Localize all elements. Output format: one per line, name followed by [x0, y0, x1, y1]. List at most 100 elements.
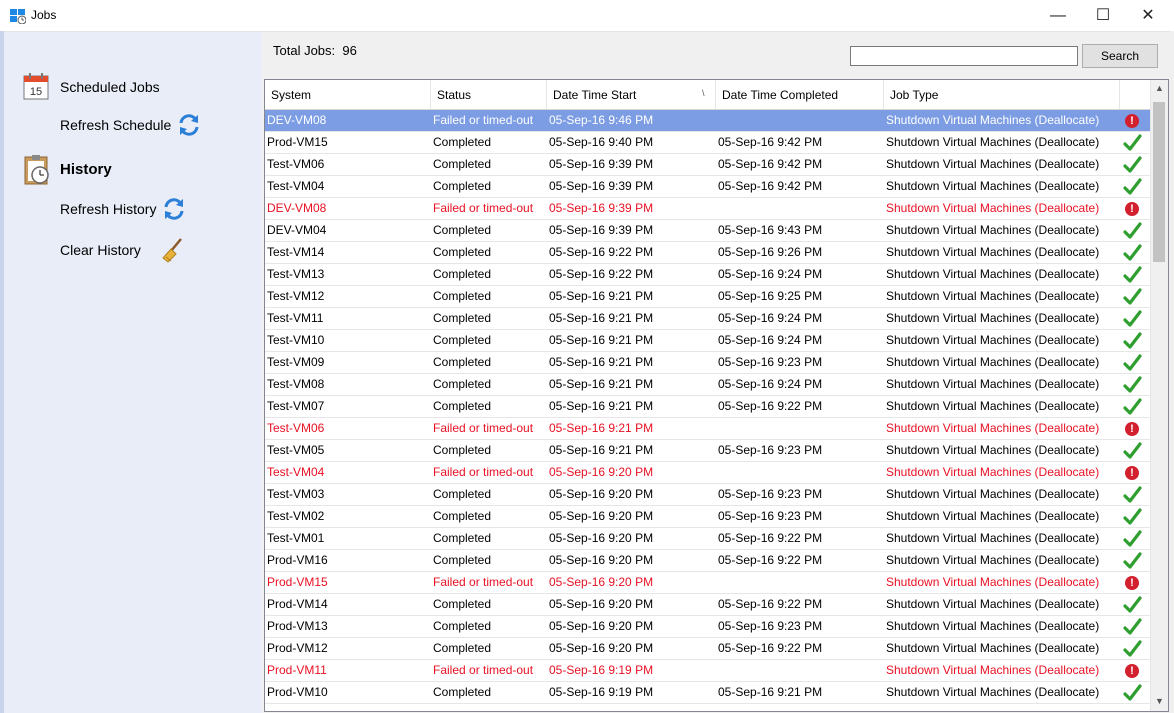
- table-row[interactable]: Prod-VM12 Completed 05-Sep-16 9:20 PM 05-Se…: [265, 638, 1150, 660]
- table-row[interactable]: Test-VM08 Completed 05-Sep-16 9:21 PM 05-Se…: [265, 374, 1150, 396]
- sidebar: 15 Scheduled Jobs Refresh Schedule Histo…: [4, 32, 262, 713]
- cell-date-start: 05-Sep-16 9:39 PM: [549, 157, 654, 171]
- check-icon: [1123, 156, 1142, 173]
- column-header-status[interactable]: Status: [431, 80, 547, 109]
- cell-job-type: Shutdown Virtual Machines (Deallocate): [886, 113, 1100, 127]
- cell-date-start: 05-Sep-16 9:20 PM: [549, 509, 654, 523]
- cell-date-start: 05-Sep-16 9:21 PM: [549, 443, 654, 457]
- table-row[interactable]: Test-VM02 Completed 05-Sep-16 9:20 PM 05-Se…: [265, 506, 1150, 528]
- cell-job-type: Shutdown Virtual Machines (Deallocate): [886, 135, 1100, 149]
- table-row[interactable]: DEV-VM04 Completed 05-Sep-16 9:39 PM 05-Sep…: [265, 220, 1150, 242]
- cell-result: [1122, 132, 1142, 153]
- refresh-history-button[interactable]: Refresh History: [60, 201, 156, 217]
- vertical-scrollbar[interactable]: ▲ ▼: [1150, 80, 1168, 711]
- search-input[interactable]: [850, 46, 1078, 66]
- table-row[interactable]: Test-VM04 Completed 05-Sep-16 9:39 PM 05-Se…: [265, 176, 1150, 198]
- cell-result: [1122, 220, 1142, 241]
- scroll-up-icon[interactable]: ▲: [1154, 83, 1165, 94]
- table-row[interactable]: Prod-VM11 Failed or timed-out 05-Sep-16 9:…: [265, 660, 1150, 682]
- table-row[interactable]: Prod-VM10 Completed 05-Sep-16 9:19 PM 05-Se…: [265, 682, 1150, 704]
- table-row[interactable]: Prod-VM14 Completed 05-Sep-16 9:20 PM 05-Se…: [265, 594, 1150, 616]
- cell-date-completed: 05-Sep-16 9:24 PM: [718, 377, 823, 391]
- sidebar-item-history[interactable]: History: [60, 161, 112, 178]
- error-icon: !: [1125, 422, 1139, 436]
- clear-history-button[interactable]: Clear History: [60, 242, 141, 258]
- scroll-down-icon[interactable]: ▼: [1154, 696, 1165, 707]
- error-icon: !: [1125, 202, 1139, 216]
- search-button[interactable]: Search: [1082, 44, 1158, 68]
- table-row[interactable]: Test-VM06 Failed or timed-out 05-Sep-16 9:…: [265, 418, 1150, 440]
- cell-date-completed: [718, 660, 883, 681]
- cell-status: Failed or timed-out: [433, 113, 534, 127]
- table-row[interactable]: Prod-VM16 Completed 05-Sep-16 9:20 PM 05-Se…: [265, 550, 1150, 572]
- table-row[interactable]: Test-VM01 Completed 05-Sep-16 9:20 PM 05-Se…: [265, 528, 1150, 550]
- table-row[interactable]: Test-VM09 Completed 05-Sep-16 9:21 PM 05-Se…: [265, 352, 1150, 374]
- cell-system: DEV-VM08: [267, 201, 327, 215]
- cell-status: Completed: [433, 641, 492, 655]
- sidebar-item-scheduled-jobs[interactable]: Scheduled Jobs: [60, 79, 160, 95]
- cell-system: Test-VM07: [267, 399, 325, 413]
- cell-system: Test-VM04: [267, 465, 325, 479]
- table-row[interactable]: Prod-VM13 Completed 05-Sep-16 9:20 PM 05-Se…: [265, 616, 1150, 638]
- table-row[interactable]: Test-VM11 Completed 05-Sep-16 9:21 PM 05-Se…: [265, 308, 1150, 330]
- close-button[interactable]: ✕: [1125, 0, 1171, 31]
- cell-result: [1122, 286, 1142, 307]
- cell-system: Test-VM06: [267, 157, 325, 171]
- error-icon: !: [1125, 466, 1139, 480]
- cell-date-start: 05-Sep-16 9:21 PM: [549, 377, 654, 391]
- cell-date-completed: 05-Sep-16 9:21 PM: [718, 685, 823, 699]
- table-row[interactable]: Test-VM04 Failed or timed-out 05-Sep-16 9:…: [265, 462, 1150, 484]
- cell-job-type: Shutdown Virtual Machines (Deallocate): [886, 289, 1100, 303]
- refresh-schedule-icon[interactable]: [176, 112, 202, 138]
- scrollbar-thumb[interactable]: [1153, 102, 1165, 262]
- cell-status: Completed: [433, 377, 492, 391]
- table-row[interactable]: DEV-VM08 Failed or timed-out 05-Sep-16 9:3…: [265, 198, 1150, 220]
- column-header-system[interactable]: System: [265, 80, 431, 109]
- table-row[interactable]: Test-VM10 Completed 05-Sep-16 9:21 PM 05-Se…: [265, 330, 1150, 352]
- broom-icon[interactable]: [159, 236, 185, 264]
- calendar-day: 15: [30, 86, 42, 98]
- table-row[interactable]: Test-VM07 Completed 05-Sep-16 9:21 PM 05-Se…: [265, 396, 1150, 418]
- table-row[interactable]: Test-VM14 Completed 05-Sep-16 9:22 PM 05-Se…: [265, 242, 1150, 264]
- cell-system: Prod-VM11: [267, 663, 327, 677]
- close-icon: ✕: [1141, 7, 1155, 24]
- cell-status: Completed: [433, 135, 492, 149]
- table-row[interactable]: Test-VM12 Completed 05-Sep-16 9:21 PM 05-Se…: [265, 286, 1150, 308]
- table-row[interactable]: Test-VM06 Completed 05-Sep-16 9:39 PM 05-Se…: [265, 154, 1150, 176]
- cell-status: Completed: [433, 619, 492, 633]
- column-header-job-type[interactable]: Job Type: [884, 80, 1120, 109]
- column-header-date-time-completed[interactable]: Date Time Completed: [716, 80, 884, 109]
- cell-date-start: 05-Sep-16 9:21 PM: [549, 399, 654, 413]
- cell-job-type: Shutdown Virtual Machines (Deallocate): [886, 355, 1100, 369]
- table-row[interactable]: Test-VM03 Completed 05-Sep-16 9:20 PM 05-Se…: [265, 484, 1150, 506]
- cell-system: Prod-VM15: [267, 575, 328, 589]
- refresh-history-icon[interactable]: [161, 196, 187, 222]
- cell-result: [1122, 682, 1142, 703]
- table-row[interactable]: Prod-VM15 Failed or timed-out 05-Sep-16 9:…: [265, 572, 1150, 594]
- cell-date-start: 05-Sep-16 9:21 PM: [549, 333, 654, 347]
- cell-job-type: Shutdown Virtual Machines (Deallocate): [886, 421, 1100, 435]
- column-header-result[interactable]: [1120, 80, 1150, 109]
- cell-job-type: Shutdown Virtual Machines (Deallocate): [886, 223, 1100, 237]
- cell-date-completed: 05-Sep-16 9:42 PM: [718, 179, 823, 193]
- cell-date-start: 05-Sep-16 9:21 PM: [549, 421, 654, 435]
- table-row[interactable]: Test-VM13 Completed 05-Sep-16 9:22 PM 05-Se…: [265, 264, 1150, 286]
- history-clipboard-icon: [24, 155, 49, 185]
- cell-job-type: Shutdown Virtual Machines (Deallocate): [886, 487, 1100, 501]
- refresh-schedule-button[interactable]: Refresh Schedule: [60, 117, 171, 133]
- cell-system: Test-VM09: [267, 355, 325, 369]
- maximize-button[interactable]: ☐: [1080, 0, 1126, 31]
- table-row[interactable]: DEV-VM08 Failed or timed-out 05-Sep-16 9:4…: [265, 110, 1150, 132]
- column-header-date-time-start[interactable]: Date Time Start: [547, 80, 716, 109]
- cell-system: DEV-VM04: [267, 223, 327, 237]
- cell-date-start: 05-Sep-16 9:20 PM: [549, 619, 654, 633]
- minimize-button[interactable]: —: [1035, 0, 1081, 31]
- cell-date-start: 05-Sep-16 9:19 PM: [549, 663, 654, 677]
- table-row[interactable]: Prod-VM15 Completed 05-Sep-16 9:40 PM 05-Se…: [265, 132, 1150, 154]
- window-title: Jobs: [31, 8, 57, 22]
- check-icon: [1123, 552, 1142, 569]
- cell-system: Test-VM13: [267, 267, 325, 281]
- table-row[interactable]: Test-VM05 Completed 05-Sep-16 9:21 PM 05-Se…: [265, 440, 1150, 462]
- cell-system: Test-VM05: [267, 443, 325, 457]
- check-icon: [1123, 266, 1142, 283]
